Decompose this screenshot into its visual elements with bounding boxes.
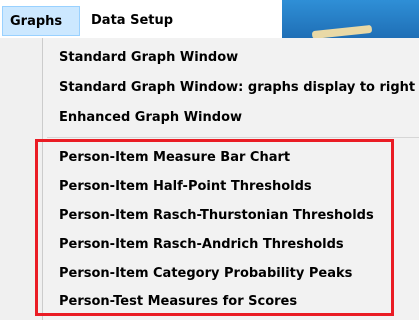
menu-item-enhanced-graph-window[interactable]: Enhanced Graph Window — [59, 107, 242, 129]
background-stroke — [311, 24, 373, 40]
menu-separator — [47, 137, 419, 138]
menu-item-standard-graph-window[interactable]: Standard Graph Window — [59, 47, 238, 69]
menu-bar: Graphs Data Setup — [0, 0, 419, 40]
menu-item-standard-graph-window-right[interactable]: Standard Graph Window: graphs display to… — [59, 77, 415, 99]
menu-data-setup[interactable]: Data Setup — [84, 6, 180, 36]
menu-graphs[interactable]: Graphs — [2, 6, 80, 36]
background-image — [282, 0, 419, 40]
red-highlight-box — [35, 139, 394, 316]
